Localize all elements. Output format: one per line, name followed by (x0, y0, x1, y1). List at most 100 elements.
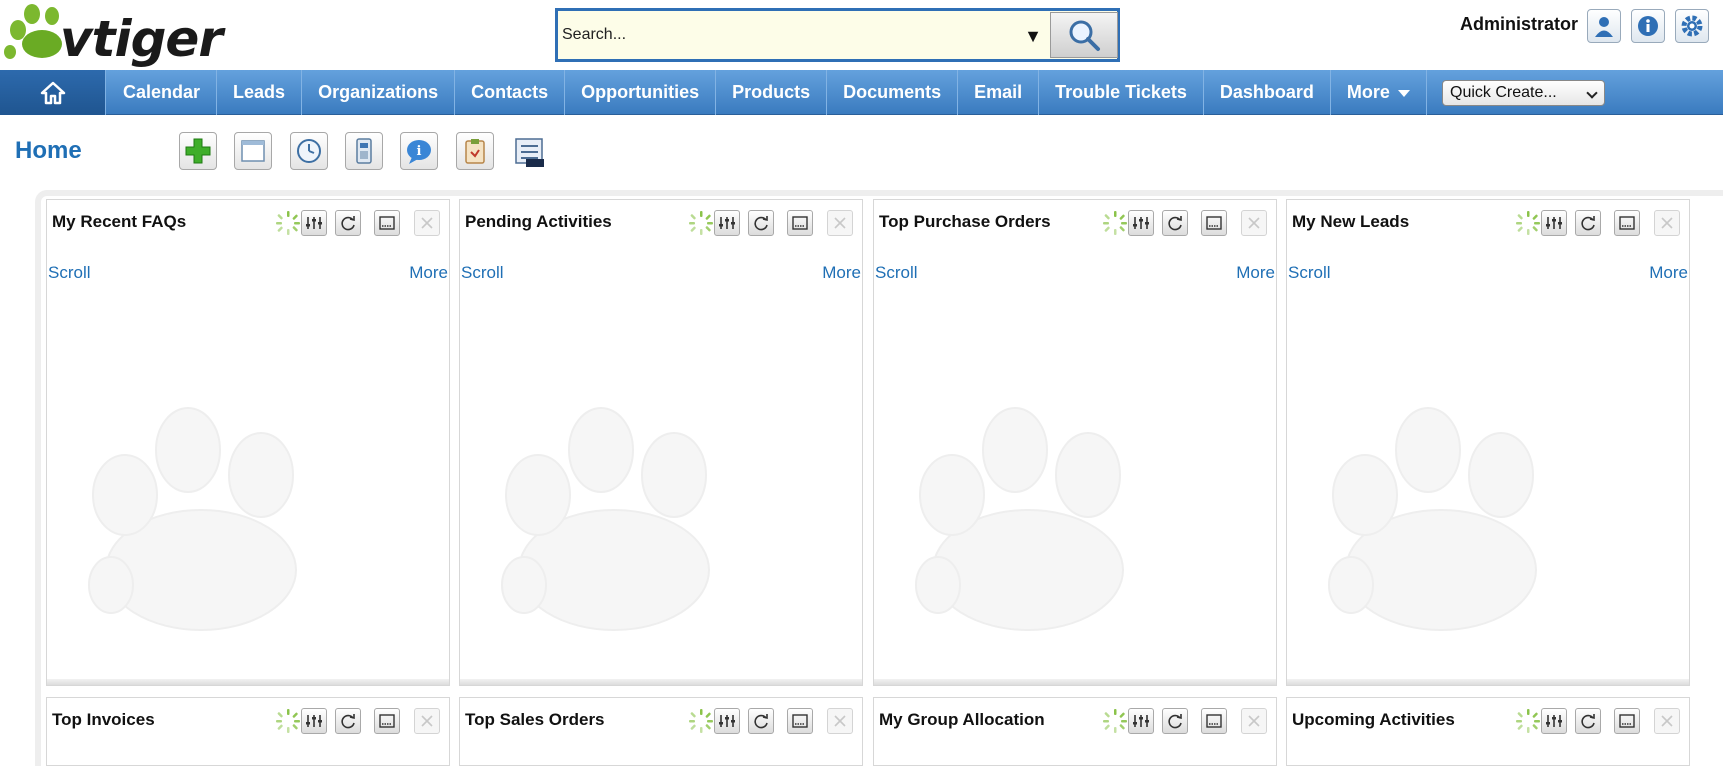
sliders-icon (1546, 217, 1562, 229)
main-navbar: Calendar Leads Organizations Contacts Op… (0, 70, 1723, 115)
nav-item-calendar[interactable]: Calendar (107, 70, 218, 115)
nav-item-opportunities[interactable]: Opportunities (565, 70, 717, 115)
widget-settings-button[interactable] (1541, 210, 1567, 236)
chat-button[interactable]: i (400, 132, 438, 170)
widget-refresh-button[interactable] (335, 708, 361, 734)
widget-close-button[interactable] (1654, 210, 1680, 236)
widget-more-link[interactable]: More (822, 263, 861, 283)
widget-title: My Group Allocation (879, 710, 1045, 729)
widget-minimize-button[interactable] (1201, 210, 1227, 236)
nav-item-documents[interactable]: Documents (827, 70, 959, 115)
widget-close-button[interactable] (1241, 210, 1267, 236)
widget-settings-button[interactable] (714, 708, 740, 734)
widget-more-link[interactable]: More (1649, 263, 1688, 283)
quick-create-select[interactable]: Quick Create... (1442, 80, 1605, 106)
close-icon (421, 217, 433, 229)
paw-watermark-icon (88, 407, 297, 631)
widget-my-recent-faqs: My Recent FAQs Scroll More (46, 199, 450, 686)
widget-scroll-link[interactable]: Scroll (1288, 263, 1331, 283)
widget-my-group-allocation: My Group Allocation (873, 697, 1277, 766)
minimize-icon (1619, 714, 1635, 728)
widget-close-button[interactable] (1654, 708, 1680, 734)
widget-scroll-link[interactable]: Scroll (461, 263, 504, 283)
widget-title: Top Invoices (52, 710, 155, 729)
widget-close-button[interactable] (414, 708, 440, 734)
close-icon (421, 715, 433, 727)
widget-refresh-button[interactable] (1575, 210, 1601, 236)
widget-more-link[interactable]: More (409, 263, 448, 283)
widget-settings-button[interactable] (1128, 708, 1154, 734)
search-input[interactable] (562, 19, 1012, 51)
widget-minimize-button[interactable] (374, 210, 400, 236)
nav-item-organizations[interactable]: Organizations (302, 70, 456, 115)
widget-top-sales-orders: Top Sales Orders (459, 697, 863, 766)
minimize-icon (1206, 714, 1222, 728)
widget-scroll-link[interactable]: Scroll (875, 263, 918, 283)
minimize-icon (792, 216, 808, 230)
widget-close-button[interactable] (1241, 708, 1267, 734)
widget-settings-button[interactable] (301, 210, 327, 236)
widget-minimize-button[interactable] (374, 708, 400, 734)
calculator-icon (356, 138, 372, 164)
widget-refresh-button[interactable] (335, 210, 361, 236)
refresh-icon (341, 216, 355, 231)
widget-settings-button[interactable] (1128, 210, 1154, 236)
search-dropdown-icon[interactable]: ▼ (1020, 21, 1046, 51)
widget-refresh-button[interactable] (1162, 210, 1188, 236)
widget-close-button[interactable] (414, 210, 440, 236)
user-profile-icon[interactable] (1587, 9, 1621, 43)
widget-footer (47, 679, 449, 685)
calculator-button[interactable] (345, 132, 383, 170)
widget-minimize-button[interactable] (1614, 210, 1640, 236)
clipboard-icon (465, 139, 485, 164)
vtiger-logo[interactable]: vtiger (2, 2, 252, 68)
search-button[interactable] (1050, 12, 1118, 58)
widget-footer (1287, 679, 1689, 685)
nav-item-contacts[interactable]: Contacts (455, 70, 566, 115)
home-icon (40, 81, 65, 104)
user-name[interactable]: Administrator (1460, 14, 1578, 35)
widget-minimize-button[interactable] (787, 210, 813, 236)
window-layout-button[interactable] (234, 132, 272, 170)
clock-button[interactable] (290, 132, 328, 170)
home-button[interactable] (0, 70, 106, 115)
widget-refresh-button[interactable] (1575, 708, 1601, 734)
widget-close-button[interactable] (827, 708, 853, 734)
sliders-icon (1133, 715, 1149, 727)
widget-refresh-button[interactable] (748, 210, 774, 236)
widget-refresh-button[interactable] (1162, 708, 1188, 734)
nav-item-leads[interactable]: Leads (217, 70, 303, 115)
sliders-icon (719, 715, 735, 727)
widget-minimize-button[interactable] (1614, 708, 1640, 734)
info-icon[interactable] (1631, 9, 1665, 43)
nav-item-label: Contacts (471, 82, 549, 102)
add-widget-button[interactable] (179, 132, 217, 170)
widget-minimize-button[interactable] (787, 708, 813, 734)
nav-item-email[interactable]: Email (958, 70, 1040, 115)
widget-title: Pending Activities (465, 212, 612, 231)
nav-item-label: Products (732, 82, 811, 102)
widget-close-button[interactable] (827, 210, 853, 236)
nav-item-label: Dashboard (1219, 82, 1314, 102)
widget-settings-button[interactable] (714, 210, 740, 236)
nav-menu: Calendar Leads Organizations Contacts Op… (107, 70, 1427, 115)
nav-item-more[interactable]: More (1331, 70, 1427, 115)
nav-item-trouble-tickets[interactable]: Trouble Tickets (1039, 70, 1204, 115)
clipboard-button[interactable] (456, 132, 494, 170)
close-icon (1248, 217, 1260, 229)
list-settings-button[interactable] (511, 134, 549, 170)
paw-watermark-icon (915, 407, 1124, 631)
refresh-icon (1581, 714, 1595, 729)
nav-item-dashboard[interactable]: Dashboard (1204, 70, 1331, 115)
svg-text:i: i (417, 144, 422, 159)
widget-more-link[interactable]: More (1236, 263, 1275, 283)
settings-gear-icon[interactable] (1675, 9, 1709, 43)
widget-settings-button[interactable] (1541, 708, 1567, 734)
nav-item-label: Documents (843, 82, 942, 102)
widget-title: Top Purchase Orders (879, 212, 1051, 231)
widget-refresh-button[interactable] (748, 708, 774, 734)
widget-minimize-button[interactable] (1201, 708, 1227, 734)
widget-scroll-link[interactable]: Scroll (48, 263, 91, 283)
nav-item-products[interactable]: Products (716, 70, 828, 115)
widget-settings-button[interactable] (301, 708, 327, 734)
